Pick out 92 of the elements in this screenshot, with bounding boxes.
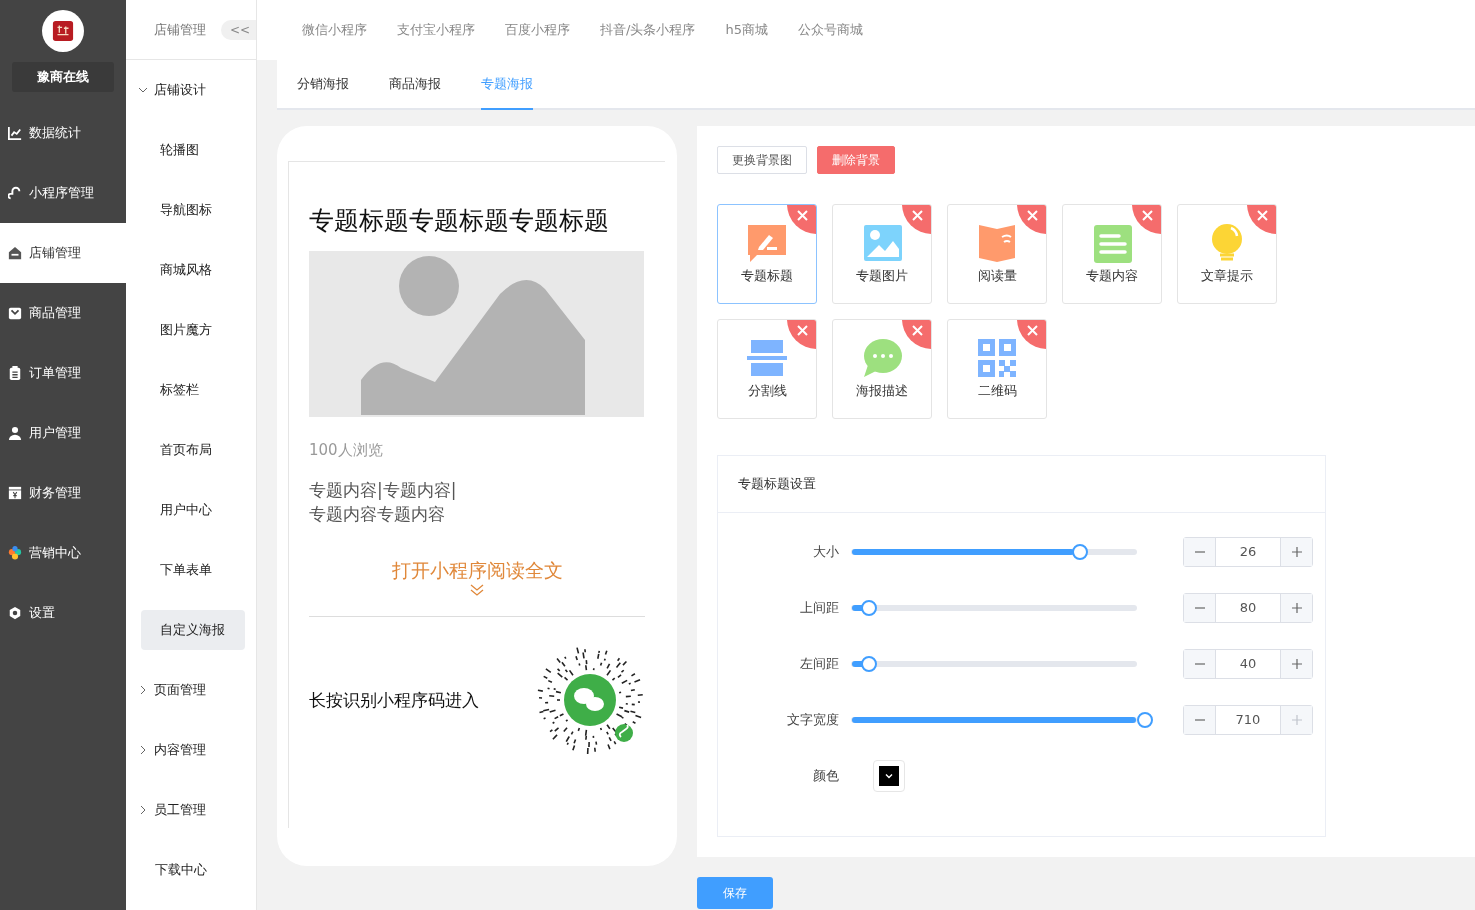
clipboard-icon [8,366,22,380]
content-text: 专题内容专题内容 [309,503,446,526]
component-card[interactable]: 阅读量 [947,204,1047,304]
sidebar-item[interactable]: 轮播图 [141,130,245,170]
color-label: 颜色 [812,767,839,785]
sidebar-title: 店铺管理 [154,20,206,39]
nav-item[interactable]: 订单管理 [0,343,126,403]
sidebar-item[interactable]: 下单表单 [141,550,245,590]
slider-track[interactable] [851,605,1137,611]
yen-icon [8,486,22,500]
document-icon [1092,223,1132,263]
chat-bubble-icon [862,338,902,378]
chevron-right-icon [138,805,148,815]
close-icon[interactable] [787,320,816,349]
gear-icon [8,606,22,620]
nav-item[interactable]: 店铺管理 [0,223,126,283]
close-icon[interactable] [902,205,931,234]
sidebar-item[interactable]: 首页布局 [141,430,245,470]
clover-icon [8,546,22,560]
sidebar-item[interactable]: 图片魔方 [141,310,245,350]
close-icon[interactable] [787,205,816,234]
nav-item[interactable]: 数据统计 [0,103,126,163]
bag-icon [8,306,22,320]
chevron-down-icon [138,85,148,95]
component-card[interactable]: 海报描述 [832,319,932,419]
qr-caption: 长按识别小程序码进入 [309,688,479,712]
component-card[interactable]: 专题内容 [1062,204,1162,304]
sidebar-item[interactable]: 商城风格 [141,250,245,290]
change-background-button[interactable]: 更换背景图 [717,146,807,174]
content-text: 专题内容|专题内容| [309,479,458,502]
slider-label: 文字宽度 [786,711,839,729]
sidebar-item[interactable]: 标签栏 [141,370,245,410]
sidebar-item[interactable]: 导航图标 [141,190,245,230]
poster-tab[interactable]: 商品海报 [389,60,441,110]
view-count: 100人浏览 [309,441,384,460]
sidebar-group[interactable]: 员工管理 [126,780,256,840]
close-icon[interactable] [1247,205,1276,234]
sidebar-item[interactable]: 自定义海报 [141,610,245,650]
slider-label: 左间距 [799,655,839,673]
component-card[interactable]: 专题标题 [717,204,817,304]
component-card[interactable]: 分割线 [717,319,817,419]
component-card[interactable]: 二维码 [947,319,1047,419]
poster-tab[interactable]: 分销海报 [297,60,349,110]
close-icon[interactable] [1017,205,1046,234]
close-icon[interactable] [902,320,931,349]
platform-tab[interactable]: 百度小程序 [505,21,570,39]
chevrons-down-icon [469,584,485,596]
nav-item[interactable]: 用户管理 [0,403,126,463]
close-icon[interactable] [1017,320,1046,349]
close-icon[interactable] [1132,205,1161,234]
slider-thumb[interactable] [860,656,877,672]
user-icon [8,426,22,440]
nav-item[interactable]: 设置 [0,583,126,643]
nav-item[interactable]: 小程序管理 [0,163,126,223]
sidebar-group[interactable]: 店铺设计 [126,60,256,120]
chart-icon [8,126,22,140]
nav-item[interactable]: 商品管理 [0,283,126,343]
platform-tab[interactable]: 抖音/头条小程序 [600,21,696,39]
slider-track[interactable] [851,717,1137,723]
platform-tab[interactable]: 支付宝小程序 [397,21,475,39]
sidebar-item[interactable]: 下载中心 [126,840,256,900]
component-card[interactable]: 文章提示 [1177,204,1277,304]
slider-thumb[interactable] [1072,544,1089,560]
settings-title: 专题标题设置 [738,475,816,493]
sidebar-group[interactable]: 内容管理 [126,720,256,780]
chevron-right-icon [138,685,148,695]
slider-track[interactable] [851,661,1137,667]
pen-icon [747,223,787,263]
poster-title: 专题标题专题标题专题标题 [309,205,610,237]
component-card[interactable]: 专题图片 [832,204,932,304]
link-icon [8,186,22,200]
shop-icon [8,246,22,260]
slider-track[interactable] [851,549,1137,555]
platform-tab[interactable]: 微信小程序 [302,21,367,39]
brand-name: 豫商在线 [12,62,114,92]
color-picker[interactable] [873,760,905,792]
slider-thumb[interactable] [1137,712,1153,728]
book-icon [977,223,1017,263]
image-icon [862,223,902,263]
chevron-right-icon [138,745,148,755]
sidebar-item[interactable]: 用户中心 [141,490,245,530]
platform-tab[interactable]: h5商城 [725,21,768,39]
divider-icon [747,338,787,378]
platform-tab[interactable]: 公众号商城 [797,21,863,39]
qr-code-icon [977,338,1017,378]
logo-icon [42,10,84,52]
sidebar-group[interactable]: 页面管理 [126,660,256,720]
nav-item[interactable]: 营销中心 [0,523,126,583]
slider-thumb[interactable] [860,600,877,616]
nav-item[interactable]: 财务管理 [0,463,126,523]
slider-label: 上间距 [799,599,839,617]
slider-label: 大小 [812,543,839,561]
